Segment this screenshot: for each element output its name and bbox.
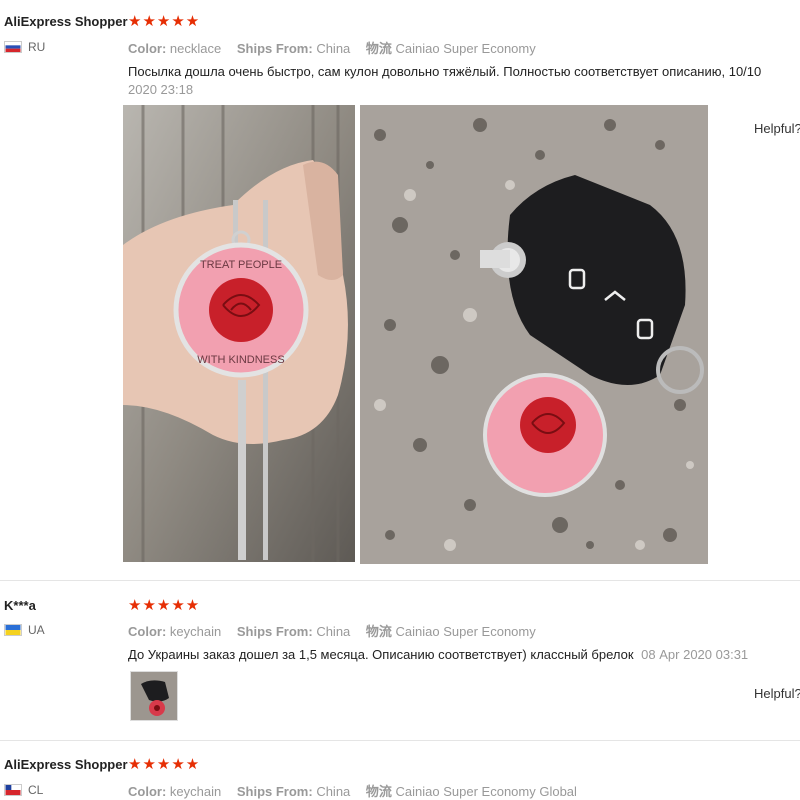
ships-label: Ships From: [236, 41, 313, 56]
review-date: 08 Apr 2020 03:31 [641, 647, 749, 662]
reviewer-name: K***a [4, 598, 36, 613]
pendant-text-bottom: WITH KINDNESS [197, 354, 284, 366]
ships-value: China [316, 41, 351, 56]
country-code: UA [28, 623, 45, 637]
logistics-label: 物流 [365, 41, 392, 56]
reviewer-name: AliExpress Shopper [4, 757, 128, 772]
color-label: Color: [128, 784, 167, 799]
review-divider [0, 580, 800, 581]
rating-stars: ★★★★★ [128, 597, 201, 614]
rating-stars: ★★★★★ [128, 13, 201, 30]
review-text-row: До Украины заказ дошел за 1,5 месяца. Оп… [128, 647, 748, 662]
review-text: До Украины заказ дошел за 1,5 месяца. Оп… [128, 647, 634, 662]
color-value: keychain [169, 784, 222, 799]
pendant-text-top: TREAT PEOPLE [200, 259, 282, 271]
logistics-value: Cainiao Super Economy [395, 624, 536, 639]
color-value: necklace [169, 41, 222, 56]
helpful-link[interactable]: Helpful? [754, 686, 800, 701]
ships-value: China [316, 784, 351, 799]
color-value: keychain [169, 624, 222, 639]
ships-label: Ships From: [236, 784, 313, 799]
flag-ru-icon [4, 41, 22, 53]
color-label: Color: [128, 41, 167, 56]
country-code: CL [28, 783, 44, 797]
review-photo[interactable]: TREAT PEOPLE WITH KINDNESS [123, 105, 355, 562]
review-divider [0, 740, 800, 741]
ships-label: Ships From: [236, 624, 313, 639]
reviewer-country: RU [4, 40, 45, 54]
keychain-thumbnail-image [131, 672, 177, 720]
logistics-label: 物流 [365, 624, 392, 639]
flag-ua-icon [4, 624, 22, 636]
logistics-value: Cainiao Super Economy Global [395, 784, 577, 799]
reviewer-country: UA [4, 623, 45, 637]
review-meta: Color: necklace Ships From: China 物流 Cai… [128, 38, 536, 57]
review-date: 2020 23:18 [128, 82, 194, 97]
rating-stars: ★★★★★ [128, 756, 201, 773]
logistics-value: Cainiao Super Economy [395, 41, 536, 56]
review-meta: Color: keychain Ships From: China 物流 Cai… [128, 621, 536, 640]
logistics-label: 物流 [365, 784, 392, 799]
review-photo[interactable] [360, 105, 708, 564]
review-thumbnail[interactable] [130, 671, 178, 721]
pendant-in-hand-image: TREAT PEOPLE WITH KINDNESS [123, 105, 355, 562]
color-label: Color: [128, 624, 167, 639]
helpful-link[interactable]: Helpful? [754, 121, 800, 136]
review-meta: Color: keychain Ships From: China 物流 Cai… [128, 781, 577, 800]
ships-value: China [316, 624, 351, 639]
keychain-with-car-key-image [360, 105, 708, 564]
reviewer-country: CL [4, 783, 43, 797]
flag-cl-icon [4, 784, 22, 796]
country-code: RU [28, 40, 46, 54]
reviewer-name: AliExpress Shopper [4, 14, 128, 29]
review-text: Посылка дошла очень быстро, сам кулон до… [128, 64, 762, 79]
